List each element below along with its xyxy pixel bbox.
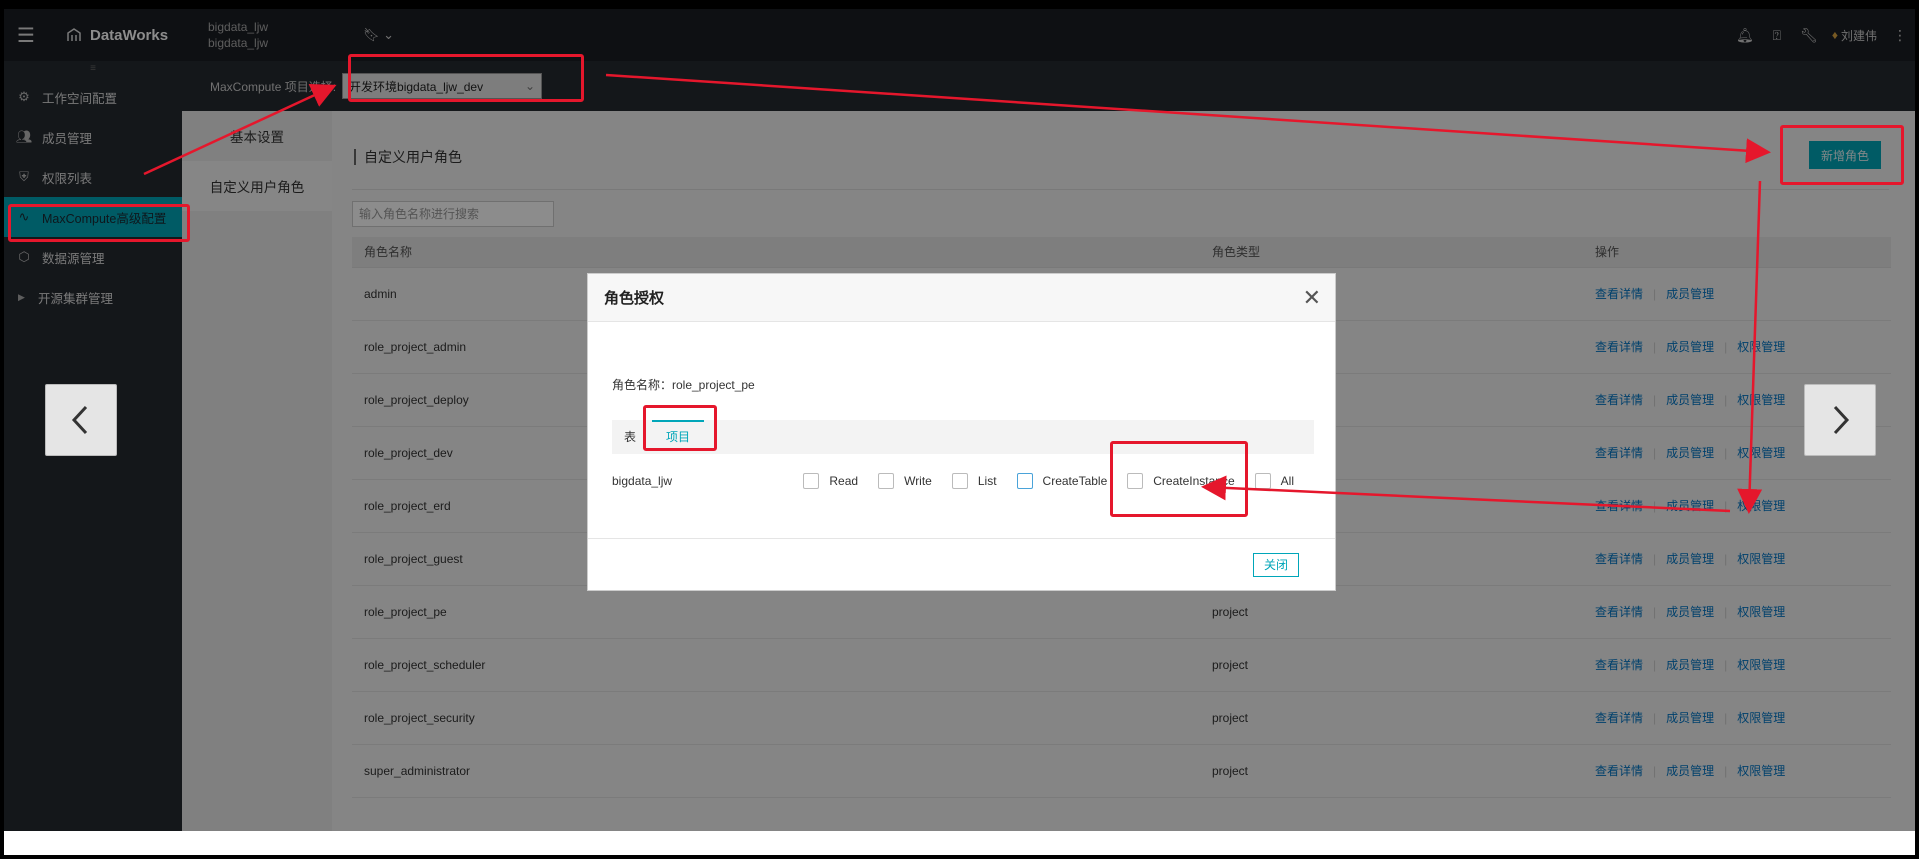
perm-label: All [1280, 474, 1294, 488]
perm-label: Read [829, 474, 859, 488]
checkbox[interactable] [951, 473, 968, 489]
checkbox[interactable] [878, 473, 895, 489]
prev-arrow-button[interactable] [45, 384, 117, 456]
annotation-box-maxcompute-menu [8, 204, 190, 242]
annotation-box-project-select [348, 54, 584, 102]
perm-list[interactable]: List [951, 473, 997, 489]
perm-label: Write [904, 474, 932, 488]
perm-createtable[interactable]: CreateTable [1016, 473, 1108, 489]
annotation-box-createinstance [1110, 441, 1248, 517]
perm-read[interactable]: Read [803, 473, 858, 489]
dialog-footer: 关闭 [588, 538, 1335, 590]
dialog-title: 角色授权 [604, 290, 665, 307]
next-arrow-button[interactable] [1804, 384, 1876, 456]
dialog-role-name: 角色名称：role_project_pe [612, 378, 755, 392]
dataworks-app: ☰ DataWorks bigdata_ljw bigdata_ljw 🔖︎ ⌄… [4, 9, 1915, 831]
checkbox[interactable] [803, 473, 820, 489]
checkbox[interactable] [1016, 473, 1033, 489]
dialog-header: 角色授权 ✕ [588, 274, 1335, 322]
annotation-box-add-role [1780, 125, 1904, 185]
close-icon[interactable]: ✕ [1303, 286, 1321, 309]
checkbox[interactable] [1254, 473, 1271, 489]
perm-label: List [977, 474, 997, 488]
annotation-box-project-tab [643, 405, 717, 451]
perm-label: CreateTable [1042, 474, 1108, 488]
dialog-close-button[interactable]: 关闭 [1252, 553, 1299, 577]
chevron-right-icon [1833, 405, 1850, 435]
perm-write[interactable]: Write [878, 473, 932, 489]
perm-all[interactable]: All [1254, 473, 1294, 489]
chevron-left-icon [71, 405, 88, 435]
screenshot-frame: ☰ DataWorks bigdata_ljw bigdata_ljw 🔖︎ ⌄… [4, 9, 1915, 855]
permission-project-name: bigdata_ljw [612, 474, 673, 488]
